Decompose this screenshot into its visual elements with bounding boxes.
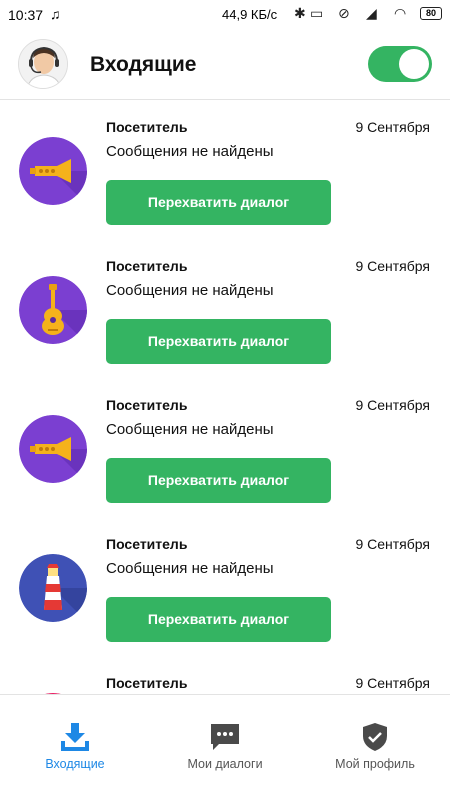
message-preview: Сообщения не найдены <box>106 421 274 438</box>
bluetooth-icon: ✱ <box>294 5 306 21</box>
list-item[interactable]: Посетитель 9 Сентября <box>0 656 450 694</box>
message-date: 9 Сентября <box>355 397 430 413</box>
status-bar: 10:37 ♫ 44,9 КБ/с ✱ ▭ ⊘ ◢ ◠ 80 <box>0 0 450 30</box>
app-header: Входящие <box>0 30 450 100</box>
status-time: 10:37 <box>8 7 44 23</box>
lighthouse-icon <box>19 554 87 622</box>
nav-my-profile[interactable]: Мой профиль <box>300 695 450 775</box>
message-preview: Сообщения не найдены <box>106 282 274 299</box>
intercept-dialog-button[interactable]: Перехватить диалог <box>106 458 331 503</box>
message-date: 9 Сентября <box>355 258 430 274</box>
shield-check-icon <box>363 723 387 751</box>
guitar-icon <box>19 276 87 344</box>
wifi-icon: ◠ <box>394 5 407 21</box>
trumpet-icon <box>19 137 87 205</box>
list-item[interactable]: Посетитель 9 Сентября Сообщения не найде… <box>0 239 450 378</box>
online-toggle[interactable] <box>368 46 432 82</box>
nav-my-dialogs[interactable]: Мои диалоги <box>150 695 300 775</box>
bottom-navigation: Входящие Мои диалоги Мой профиль <box>0 694 450 800</box>
message-preview: Сообщения не найдены <box>106 143 274 160</box>
visitor-name: Посетитель <box>106 536 188 552</box>
intercept-dialog-button[interactable]: Перехватить диалог <box>106 180 331 225</box>
alarm-off-icon: ⊘ <box>338 5 350 21</box>
signal-icon: ◢ <box>366 5 377 21</box>
message-date: 9 Сентября <box>355 119 430 135</box>
trumpet-icon <box>19 415 87 483</box>
list-item[interactable]: Посетитель 9 Сентября Сообщения не найде… <box>0 378 450 517</box>
vibrate-icon: ▭ <box>310 5 324 21</box>
intercept-dialog-button[interactable]: Перехватить диалог <box>106 597 331 642</box>
chat-bubble-icon <box>211 724 239 750</box>
list-item[interactable]: Посетитель 9 Сентября Сообщения не найде… <box>0 100 450 239</box>
nav-inbox-label: Входящие <box>45 757 105 771</box>
nav-inbox[interactable]: Входящие <box>0 695 150 775</box>
music-note-icon: ♫ <box>50 6 61 22</box>
message-date: 9 Сентября <box>355 675 430 691</box>
avatar[interactable] <box>18 39 68 89</box>
visitor-name: Посетитель <box>106 675 188 691</box>
visitor-name: Посетитель <box>106 397 188 413</box>
toggle-knob <box>399 49 429 79</box>
visitor-name: Посетитель <box>106 119 188 135</box>
page-title: Входящие <box>90 53 197 76</box>
intercept-dialog-button[interactable]: Перехватить диалог <box>106 319 331 364</box>
operator-avatar-icon <box>19 40 67 88</box>
message-preview: Сообщения не найдены <box>106 560 274 577</box>
nav-my-dialogs-label: Мои диалоги <box>187 757 263 771</box>
visitor-name: Посетитель <box>106 258 188 274</box>
inbox-download-icon <box>61 723 89 751</box>
battery-icon: 80 <box>420 7 442 20</box>
nav-my-profile-label: Мой профиль <box>335 757 415 771</box>
list-item[interactable]: Посетитель 9 Сентября Сообщения не найде… <box>0 517 450 656</box>
network-speed: 44,9 КБ/с <box>222 7 278 22</box>
message-date: 9 Сентября <box>355 536 430 552</box>
inbox-list[interactable]: Посетитель 9 Сентября Сообщения не найде… <box>0 100 450 694</box>
